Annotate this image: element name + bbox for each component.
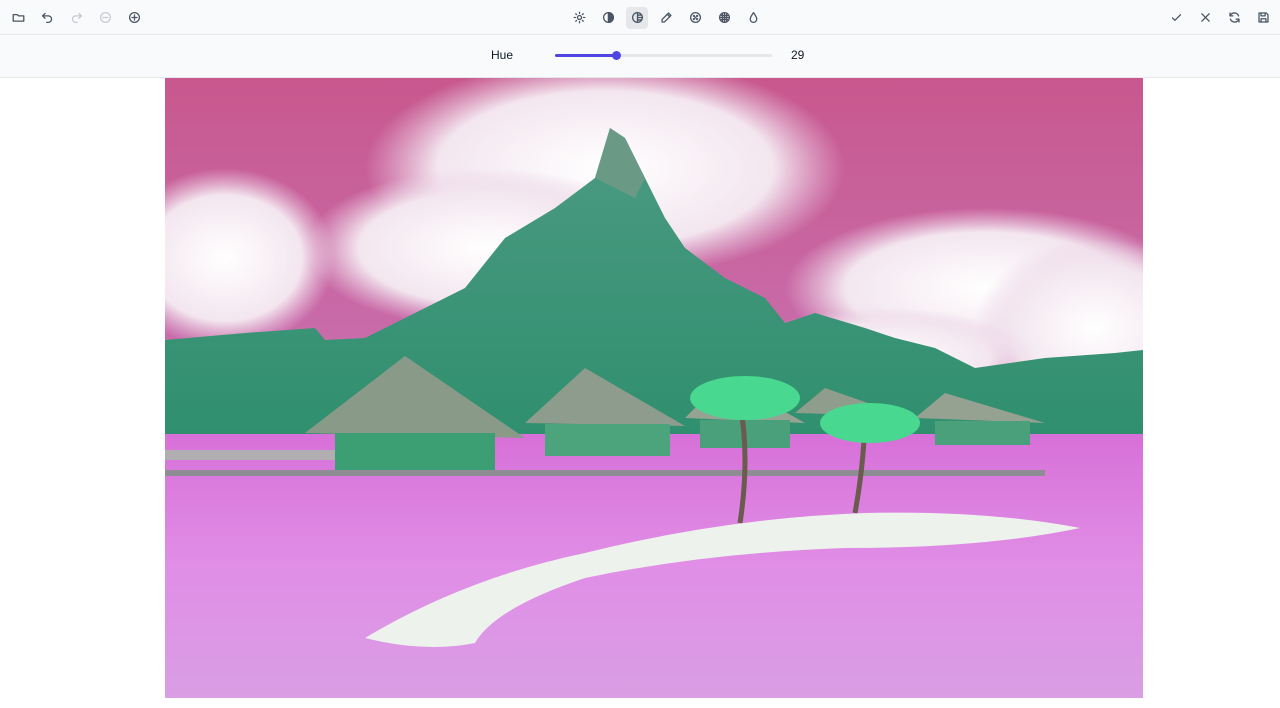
grid-circle-icon (718, 11, 730, 24)
zoom-out-icon (99, 11, 111, 24)
file-history-group (7, 0, 152, 35)
save-icon (1257, 12, 1269, 23)
adjustment-tools-group (568, 0, 771, 35)
sun-icon (573, 11, 585, 24)
reset-button[interactable] (1223, 7, 1245, 29)
open-folder-button[interactable] (7, 7, 29, 29)
pixelate-tool-button[interactable] (713, 7, 735, 29)
adjustment-bar: Hue 29 (0, 36, 1280, 78)
contrast-tool-button[interactable] (597, 7, 619, 29)
zoom-in-button[interactable] (123, 7, 145, 29)
photo-canvas[interactable] (165, 78, 1143, 698)
zoom-out-button[interactable] (94, 7, 116, 29)
redo-icon (71, 12, 82, 24)
droplet-icon (749, 11, 757, 23)
eyedropper-icon (660, 12, 672, 23)
hue-icon (631, 11, 643, 24)
contrast-icon (602, 11, 614, 24)
commit-actions-group (1158, 0, 1274, 35)
undo-button[interactable] (36, 7, 58, 29)
apply-button[interactable] (1165, 7, 1187, 29)
slider-fill (555, 54, 617, 57)
hue-slider[interactable] (555, 50, 772, 62)
saturation-tool-button[interactable] (742, 7, 764, 29)
top-toolbar (0, 0, 1280, 35)
color-picker-tool-button[interactable] (655, 7, 677, 29)
adjustment-value: 29 (791, 48, 805, 62)
edited-photo (165, 78, 1143, 698)
redo-button[interactable] (65, 7, 87, 29)
editor-canvas (0, 78, 1280, 708)
check-icon (1171, 14, 1181, 21)
cancel-button[interactable] (1194, 7, 1216, 29)
folder-icon (12, 14, 24, 22)
adjustment-label: Hue (491, 48, 514, 62)
save-button[interactable] (1252, 7, 1274, 29)
brightness-tool-button[interactable] (568, 7, 590, 29)
blur-dots-icon (689, 11, 701, 24)
blur-tool-button[interactable] (684, 7, 706, 29)
undo-icon (41, 12, 52, 24)
close-icon (1200, 13, 1210, 22)
slider-thumb[interactable] (612, 51, 622, 60)
hue-tool-button[interactable] (626, 6, 648, 29)
zoom-in-icon (128, 11, 140, 24)
refresh-icon (1228, 12, 1240, 23)
